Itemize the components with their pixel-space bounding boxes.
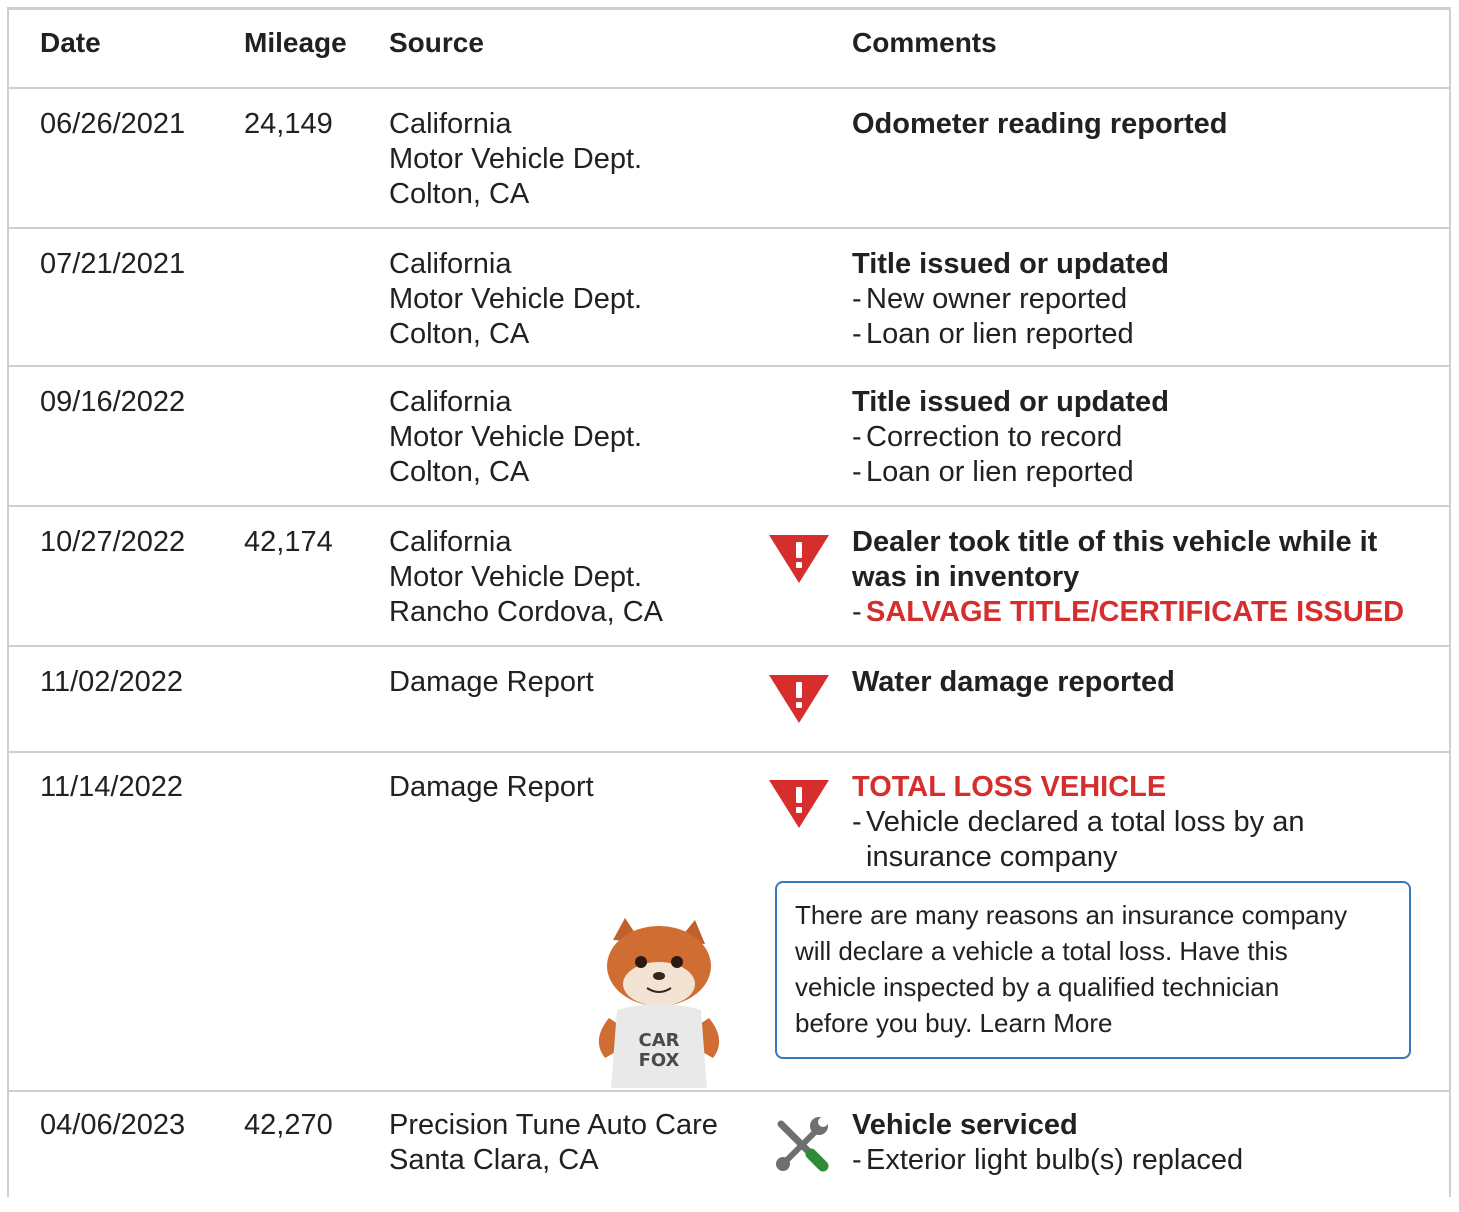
header-date: Date xyxy=(40,27,101,58)
row-comments: Water damage reported xyxy=(852,665,1432,700)
mascot-shirt-text: CAR xyxy=(638,1030,679,1051)
carfox-mascot: CAR FOX xyxy=(585,918,733,1088)
row-source: Damage Report xyxy=(389,666,594,698)
row-source: California Motor Vehicle Dept. Colton, C… xyxy=(389,108,643,210)
comment-title: Vehicle serviced xyxy=(852,1109,1078,1141)
table-row: 09/16/2022 California Motor Vehicle Dept… xyxy=(9,367,1449,507)
row-source: California Motor Vehicle Dept. Rancho Co… xyxy=(389,526,664,628)
wrench-screwdriver-icon xyxy=(771,1114,835,1178)
table-row: 11/02/2022 Damage Report Water damage re… xyxy=(9,647,1449,753)
comment-detail: Exterior light bulb(s) replaced xyxy=(866,1144,1244,1176)
mascot-shirt-text: FOX xyxy=(639,1050,680,1071)
comment-title-alert: TOTAL LOSS VEHICLE xyxy=(852,771,1167,803)
comment-detail: Vehicle declared a total loss by an insu… xyxy=(866,806,1305,873)
learn-more-link[interactable]: Learn More xyxy=(980,1008,1113,1038)
row-date: 11/14/2022 xyxy=(40,771,183,803)
row-comments: Odometer reading reported xyxy=(852,107,1432,142)
comment-detail: Loan or lien reported xyxy=(866,456,1134,488)
comment-detail: Correction to record xyxy=(866,421,1123,453)
header-comments: Comments xyxy=(852,27,997,58)
table-row: 06/26/2021 24,149 California Motor Vehic… xyxy=(9,89,1449,229)
comment-title: Water damage reported xyxy=(852,666,1175,698)
row-date: 07/21/2021 xyxy=(40,248,186,280)
row-comments: Title issued or updated - New owner repor… xyxy=(852,247,1432,352)
row-comments: Vehicle serviced - Exterior light bulb(s)… xyxy=(852,1108,1432,1178)
row-date: 10/27/2022 xyxy=(40,526,186,558)
row-date: 04/06/2023 xyxy=(40,1109,186,1141)
row-mileage: 42,270 xyxy=(244,1109,333,1141)
comment-title: Title issued or updated xyxy=(852,248,1169,280)
row-date: 06/26/2021 xyxy=(40,108,186,140)
table-row: 07/21/2021 California Motor Vehicle Dept… xyxy=(9,229,1449,367)
comment-title: Dealer took title of this vehicle while … xyxy=(852,526,1378,593)
row-date: 11/02/2022 xyxy=(40,666,183,698)
row-source: California Motor Vehicle Dept. Colton, C… xyxy=(389,248,643,350)
row-mileage: 42,174 xyxy=(244,526,333,558)
comment-detail: New owner reported xyxy=(866,283,1128,315)
row-comments: TOTAL LOSS VEHICLE - Vehicle declared a t… xyxy=(852,770,1432,875)
table-header: Date Mileage Source Comments xyxy=(9,10,1449,89)
row-mileage: 24,149 xyxy=(244,108,333,140)
row-source: Precision Tune Auto Care Santa Clara, CA xyxy=(389,1109,718,1176)
alert-triangle-icon xyxy=(767,778,831,842)
row-comments: Dealer took title of this vehicle while … xyxy=(852,525,1432,630)
comment-detail-alert: SALVAGE TITLE/CERTIFICATE ISSUED xyxy=(866,596,1405,628)
total-loss-callout: There are many reasons an insurance comp… xyxy=(775,881,1411,1059)
comment-title: Odometer reading reported xyxy=(852,108,1228,140)
comment-detail: Loan or lien reported xyxy=(866,318,1134,350)
header-source: Source xyxy=(389,27,484,58)
header-mileage: Mileage xyxy=(244,27,347,58)
table-row: 04/06/2023 42,270 Precision Tune Auto Ca… xyxy=(9,1092,1449,1212)
alert-triangle-icon xyxy=(767,673,831,737)
row-comments: Title issued or updated - Correction to r… xyxy=(852,385,1432,490)
row-date: 09/16/2022 xyxy=(40,386,186,418)
alert-triangle-icon xyxy=(767,533,831,597)
comment-title: Title issued or updated xyxy=(852,386,1169,418)
row-source: Damage Report xyxy=(389,771,594,803)
row-source: California Motor Vehicle Dept. Colton, C… xyxy=(389,386,643,488)
table-row: 10/27/2022 42,174 California Motor Vehic… xyxy=(9,507,1449,647)
